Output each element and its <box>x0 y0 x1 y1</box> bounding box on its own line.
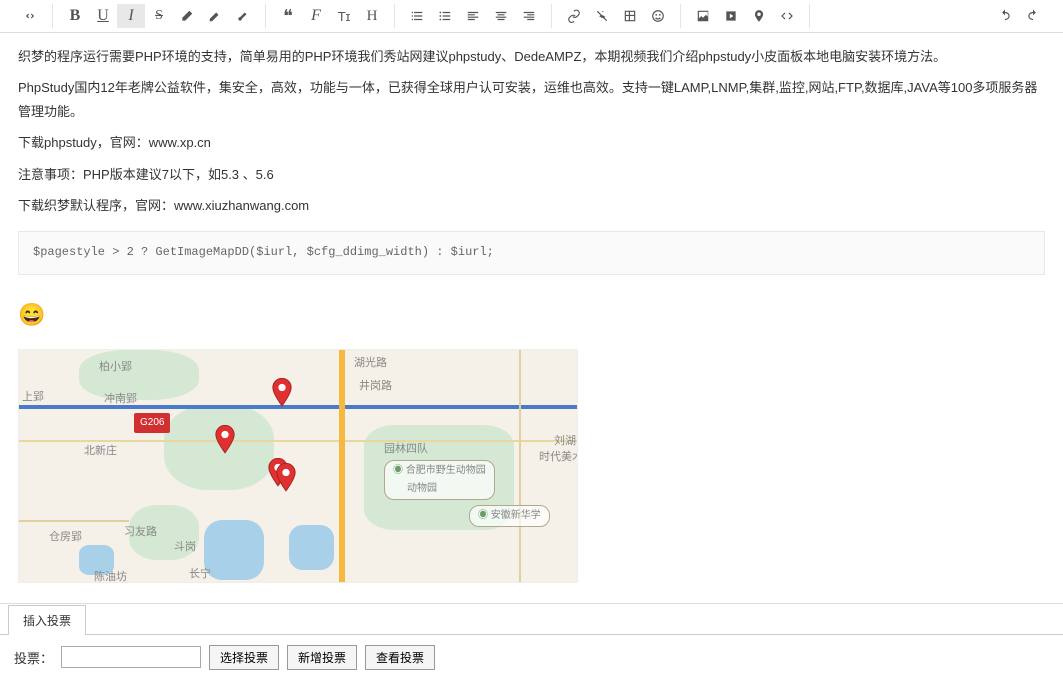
paragraph-2: PhpStudy国内12年老牌公益软件，集安全，高效，功能与一体，已获得全球用户… <box>18 76 1045 123</box>
pencil-button[interactable] <box>201 4 229 28</box>
vote-new-button[interactable]: 新增投票 <box>287 645 357 670</box>
font-button[interactable]: F <box>302 4 330 28</box>
map-label: 习友路 <box>124 523 157 543</box>
align-right-button[interactable] <box>515 4 543 28</box>
list-unordered-button[interactable] <box>431 4 459 28</box>
map-poi-anhui: ◉ 安徽新华学 <box>469 505 550 527</box>
source-code-button[interactable] <box>16 4 44 28</box>
map-label: 陈油坊 <box>94 568 127 583</box>
map-label: 柏小郢 <box>99 358 132 378</box>
map-label: 湖光路 <box>354 354 387 374</box>
image-button[interactable] <box>689 4 717 28</box>
eraser-button[interactable] <box>173 4 201 28</box>
map-label: 上郢 <box>22 388 44 408</box>
map-route-badge: G206 <box>134 413 170 433</box>
unlink-button[interactable] <box>588 4 616 28</box>
map-label: 仓房郢 <box>49 528 82 548</box>
map-marker-icon <box>271 378 293 408</box>
map-poi-zoo: ◉ 合肥市野生动物园动物园 <box>384 460 495 500</box>
vote-select-button[interactable]: 选择投票 <box>209 645 279 670</box>
emoji-smile: 😄 <box>18 295 45 335</box>
map-label: 冲南郢 <box>104 390 137 410</box>
bold-button[interactable]: B <box>61 4 89 28</box>
paragraph-4: 注意事项：PHP版本建议7以下，如5.3 、5.6 <box>18 163 1045 186</box>
list-ordered-button[interactable] <box>403 4 431 28</box>
vote-input[interactable] <box>61 646 201 668</box>
align-left-button[interactable] <box>459 4 487 28</box>
brush-button[interactable] <box>229 4 257 28</box>
map-marker-icon <box>214 425 236 455</box>
paragraph-3: 下载phpstudy，官网：www.xp.cn <box>18 131 1045 154</box>
code-button[interactable] <box>773 4 801 28</box>
map-label: 园林四队 <box>384 440 428 460</box>
map-marker-icon <box>275 463 297 493</box>
vote-section: 插入投票 投票： 选择投票 新增投票 查看投票 <box>0 603 1063 680</box>
quote-button[interactable]: ❝ <box>274 4 302 28</box>
vote-tab[interactable]: 插入投票 <box>8 605 86 635</box>
map-label: 斗岗 <box>174 538 196 558</box>
underline-button[interactable]: U <box>89 4 117 28</box>
video-button[interactable] <box>717 4 745 28</box>
paragraph-1: 织梦的程序运行需要PHP环境的支持，简单易用的PHP环境我们秀站网建议phpst… <box>18 45 1045 68</box>
editor-body[interactable]: 织梦的程序运行需要PHP环境的支持，简单易用的PHP环境我们秀站网建议phpst… <box>0 33 1063 595</box>
code-block: $pagestyle > 2 ? GetImageMapDD($iurl, $c… <box>18 231 1045 275</box>
map-label: 长宁 <box>189 565 211 583</box>
location-button[interactable] <box>745 4 773 28</box>
map-embed[interactable]: 柏小郢 上郢 冲南郢 北新庄 仓房郢 陈油坊 习友路 斗岗 长宁 湖光路 井岗路… <box>18 349 578 583</box>
vote-label: 投票： <box>14 648 53 667</box>
vote-view-button[interactable]: 查看投票 <box>365 645 435 670</box>
redo-button[interactable] <box>1019 4 1047 28</box>
link-button[interactable] <box>560 4 588 28</box>
strikethrough-button[interactable]: S <box>145 4 173 28</box>
paragraph-5: 下载织梦默认程序，官网：www.xiuzhanwang.com <box>18 194 1045 217</box>
map-label: 井岗路 <box>359 377 392 397</box>
italic-button[interactable]: I <box>117 4 145 28</box>
heading-button[interactable]: H <box>358 4 386 28</box>
table-button[interactable] <box>616 4 644 28</box>
link-xp[interactable]: www.xp.cn <box>149 135 211 150</box>
map-label: 时代美术 <box>539 448 578 468</box>
editor-toolbar: B U I S ❝ F Tɪ H <box>0 0 1063 33</box>
undo-button[interactable] <box>991 4 1019 28</box>
map-label: 北新庄 <box>84 442 117 462</box>
emoji-button[interactable] <box>644 4 672 28</box>
link-xiuzhanwang[interactable]: www.xiuzhanwang.com <box>174 198 309 213</box>
title-button[interactable]: Tɪ <box>330 4 358 28</box>
align-center-button[interactable] <box>487 4 515 28</box>
